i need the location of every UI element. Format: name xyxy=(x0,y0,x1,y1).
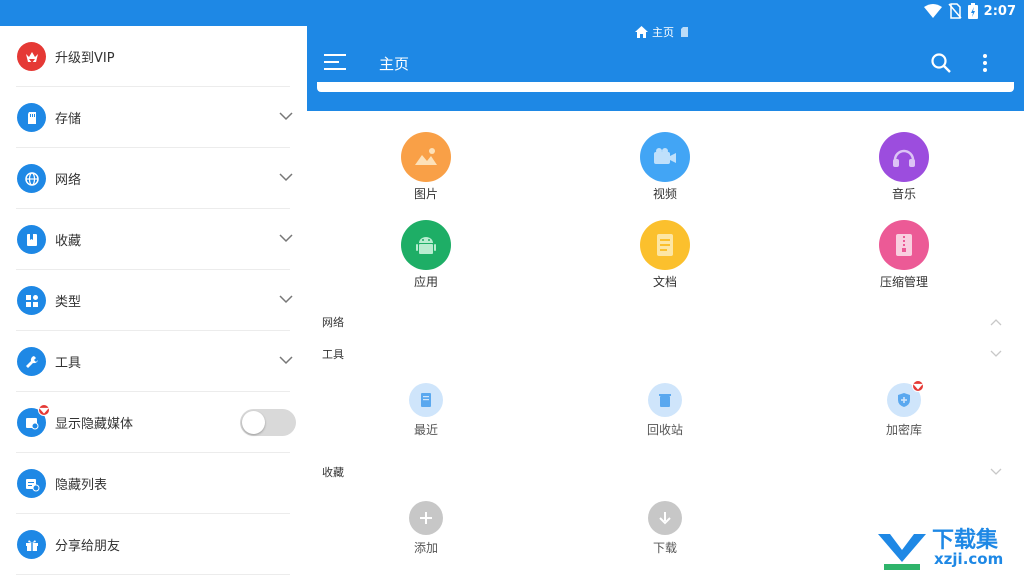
app-root: 2:07 主页 主页 升级到VIP 存储 网络 收藏 类型 工具 显示隐藏媒体 … xyxy=(0,0,1024,576)
tool-label: 最近 xyxy=(413,423,438,437)
image-icon xyxy=(401,132,451,182)
section-label: 工具 xyxy=(322,348,344,361)
breadcrumb[interactable]: 主页 xyxy=(635,24,692,40)
chevron-up-icon xyxy=(990,319,1002,326)
chevron-down-icon xyxy=(279,234,293,243)
vip-badge-icon xyxy=(912,380,924,392)
page-title: 主页 xyxy=(379,55,410,73)
toggle-knob xyxy=(242,411,265,434)
menu-icon[interactable] xyxy=(324,53,346,71)
home-icon xyxy=(635,26,648,38)
globe-icon xyxy=(17,164,46,193)
status-icons: 2:07 xyxy=(923,3,1016,19)
tool-label: 加密库 xyxy=(885,423,922,437)
tool-recycle-bin[interactable]: 回收站 xyxy=(605,383,725,438)
tool-label: 添加 xyxy=(413,541,438,555)
path-card xyxy=(317,82,1014,92)
download-icon xyxy=(648,501,682,535)
category-videos[interactable]: 视频 xyxy=(605,132,725,202)
tool-label: 下载 xyxy=(652,541,677,555)
drawer-label: 显示隐藏媒体 xyxy=(55,417,134,432)
drawer-label: 收藏 xyxy=(55,234,82,249)
favorite-add[interactable]: 添加 xyxy=(366,501,486,556)
category-label: 应用 xyxy=(413,275,438,289)
drawer-item-types[interactable]: 类型 xyxy=(0,270,307,331)
drawer-label: 存储 xyxy=(55,112,82,127)
drawer-item-favorites[interactable]: 收藏 xyxy=(0,209,307,270)
category-label: 图片 xyxy=(413,187,438,201)
chevron-down-icon xyxy=(990,468,1002,475)
category-label: 压缩管理 xyxy=(879,275,928,289)
navigation-drawer: 升级到VIP 存储 网络 收藏 类型 工具 显示隐藏媒体 隐藏列表 分享给朋友 xyxy=(0,26,307,576)
drawer-label: 升级到VIP xyxy=(55,51,115,66)
drawer-label: 隐藏列表 xyxy=(55,478,108,493)
category-archives[interactable]: 压缩管理 xyxy=(844,220,964,290)
watermark: 下载集 xzji.com xyxy=(874,520,1024,576)
status-bar: 2:07 xyxy=(0,0,1024,26)
trash-icon xyxy=(648,383,682,417)
drawer-item-tools[interactable]: 工具 xyxy=(0,331,307,392)
drawer-item-network[interactable]: 网络 xyxy=(0,148,307,209)
chevron-down-icon xyxy=(990,350,1002,357)
archive-icon xyxy=(879,220,929,270)
headphones-icon xyxy=(879,132,929,182)
vip-crown-icon xyxy=(17,42,46,71)
plus-icon xyxy=(409,501,443,535)
wrench-icon xyxy=(17,347,46,376)
sdcard-icon xyxy=(681,27,688,37)
android-icon xyxy=(401,220,451,270)
chevron-down-icon xyxy=(279,173,293,182)
chevron-down-icon xyxy=(279,356,293,365)
drawer-item-storage[interactable]: 存储 xyxy=(0,87,307,148)
breadcrumb-label: 主页 xyxy=(652,26,674,39)
drawer-item-vip[interactable]: 升级到VIP xyxy=(0,26,307,87)
status-time: 2:07 xyxy=(983,3,1016,19)
favorite-download[interactable]: 下载 xyxy=(605,501,725,556)
chevron-down-icon xyxy=(279,112,293,121)
gift-icon xyxy=(17,530,46,559)
video-camera-icon xyxy=(640,132,690,182)
no-sim-icon xyxy=(948,3,962,19)
vip-badge-icon xyxy=(38,404,50,416)
battery-charging-icon xyxy=(967,3,978,19)
drawer-item-hidden-list[interactable]: 隐藏列表 xyxy=(0,453,307,514)
category-label: 视频 xyxy=(652,187,677,201)
drawer-label: 工具 xyxy=(55,356,82,371)
wifi-icon xyxy=(923,4,942,18)
more-options-icon[interactable] xyxy=(976,52,994,74)
category-images[interactable]: 图片 xyxy=(366,132,486,202)
document-icon xyxy=(640,220,690,270)
section-favorites[interactable]: 收藏 xyxy=(307,460,1024,484)
category-label: 文档 xyxy=(652,275,677,289)
watermark-sub: xzji.com xyxy=(934,550,1004,568)
category-label: 音乐 xyxy=(891,187,916,201)
category-apps[interactable]: 应用 xyxy=(366,220,486,290)
section-label: 收藏 xyxy=(322,466,344,479)
watermark-logo-icon xyxy=(878,534,926,570)
category-icon xyxy=(17,286,46,315)
sdcard-icon xyxy=(17,103,46,132)
shield-icon xyxy=(887,380,924,417)
section-label: 网络 xyxy=(322,316,344,329)
chevron-down-icon xyxy=(279,295,293,304)
hidden-list-icon xyxy=(17,469,46,498)
drawer-item-show-hidden-media[interactable]: 显示隐藏媒体 xyxy=(0,392,307,453)
section-network[interactable]: 网络 xyxy=(307,310,1024,334)
drawer-label: 网络 xyxy=(55,173,82,188)
search-icon[interactable] xyxy=(930,52,952,74)
drawer-label: 分享给朋友 xyxy=(55,539,121,554)
bookmark-icon xyxy=(17,225,46,254)
show-hidden-media-toggle[interactable] xyxy=(240,409,296,436)
category-music[interactable]: 音乐 xyxy=(844,132,964,202)
tool-vault[interactable]: 加密库 xyxy=(844,380,964,438)
section-tools[interactable]: 工具 xyxy=(307,342,1024,366)
category-documents[interactable]: 文档 xyxy=(605,220,725,290)
recent-icon xyxy=(409,383,443,417)
tool-recent[interactable]: 最近 xyxy=(366,383,486,438)
drawer-label: 类型 xyxy=(55,295,82,310)
drawer-item-share[interactable]: 分享给朋友 xyxy=(0,514,307,575)
tool-label: 回收站 xyxy=(646,423,683,437)
hidden-media-icon xyxy=(17,404,50,437)
